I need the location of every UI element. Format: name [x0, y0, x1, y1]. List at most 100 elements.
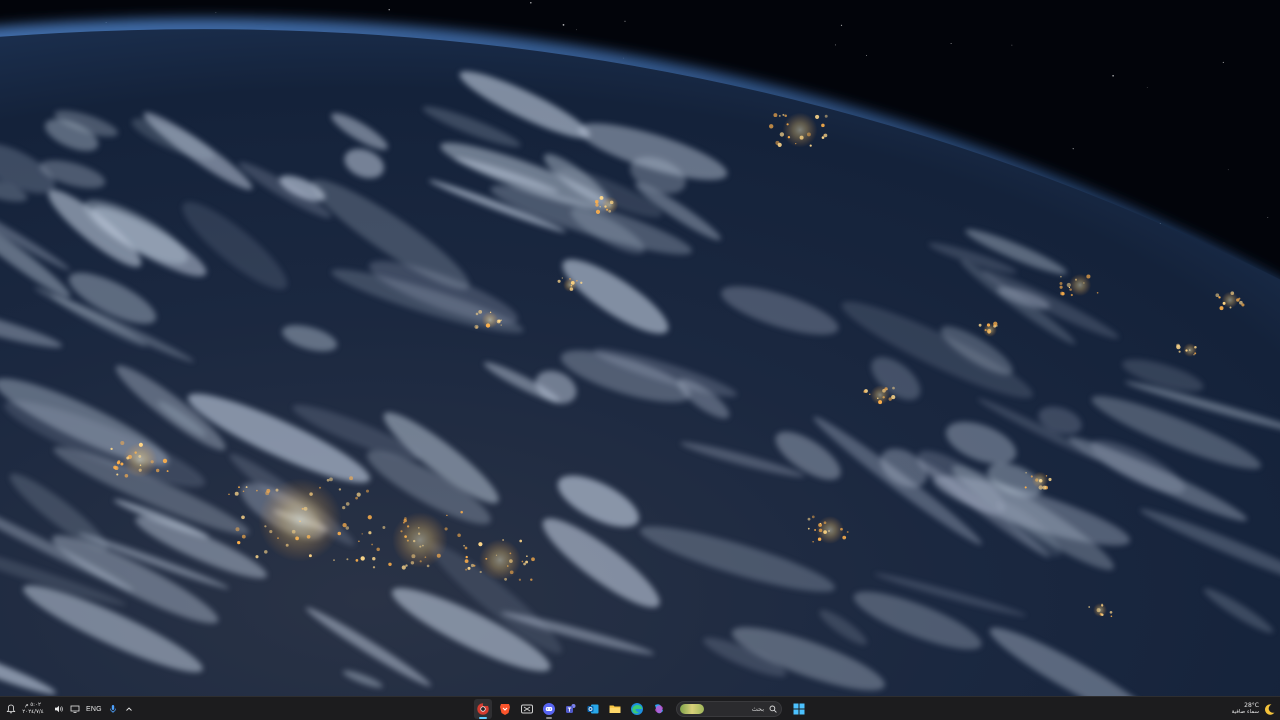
city-light — [599, 195, 604, 200]
city-light — [892, 386, 895, 390]
city-light — [256, 489, 258, 492]
earth-night-wallpaper — [0, 0, 1280, 696]
city-light — [823, 134, 825, 136]
search-box[interactable]: بحث — [676, 701, 782, 717]
language-label: ENG — [86, 705, 102, 713]
city-light — [821, 123, 825, 128]
city-light — [365, 489, 370, 493]
star — [624, 20, 626, 22]
city-light — [525, 560, 529, 564]
moon-icon — [1265, 703, 1275, 715]
city-light — [116, 461, 120, 465]
city-light — [782, 113, 785, 116]
city-glow — [1093, 603, 1107, 617]
city-light — [526, 555, 528, 557]
city-light — [478, 310, 483, 314]
city-light — [811, 515, 815, 519]
city-light — [815, 114, 820, 119]
city-light — [824, 114, 828, 118]
city-light — [814, 529, 817, 531]
city-light — [388, 562, 392, 567]
outlook-app-icon[interactable] — [584, 699, 602, 719]
city-light — [599, 206, 601, 208]
city-light — [120, 440, 125, 446]
city-light — [1060, 275, 1062, 278]
city-glow — [816, 516, 844, 544]
chevron-up-icon[interactable] — [122, 699, 136, 719]
city-light — [530, 578, 533, 581]
city-light — [478, 542, 483, 547]
city-glow — [601, 196, 619, 214]
taskbar-apps: بحث — [474, 697, 808, 720]
city-light — [1215, 293, 1220, 298]
city-light — [473, 564, 476, 567]
clock-time: ٥:٠٢ م — [25, 702, 41, 708]
star — [1222, 61, 1224, 63]
city-light — [1176, 343, 1180, 348]
discord-app-icon[interactable] — [540, 699, 558, 719]
city-light — [382, 526, 386, 529]
edge-app-icon[interactable] — [628, 699, 646, 719]
file-explorer-app-icon[interactable] — [606, 699, 624, 719]
city-light — [242, 490, 245, 493]
city-light — [595, 209, 601, 215]
language-indicator[interactable]: ENG — [84, 699, 104, 719]
city-light — [241, 515, 245, 520]
city-glow — [481, 311, 499, 329]
star — [1146, 86, 1148, 88]
city-light — [580, 281, 583, 284]
city-light — [1178, 350, 1181, 353]
city-light — [812, 541, 814, 543]
star — [215, 11, 217, 13]
city-light — [1025, 472, 1027, 474]
city-light — [1110, 615, 1113, 618]
city-light — [355, 559, 359, 562]
city-light — [401, 565, 406, 570]
teams-app-icon[interactable] — [562, 699, 580, 719]
city-glow — [1068, 273, 1092, 297]
brave-app-icon[interactable] — [496, 699, 514, 719]
city-light — [475, 312, 479, 316]
city-light — [345, 502, 350, 506]
chrome-app-icon[interactable] — [474, 699, 492, 719]
city-light — [241, 534, 246, 539]
search-placeholder: بحث — [751, 705, 764, 713]
city-light — [595, 201, 598, 204]
capcut-app-icon[interactable] — [518, 699, 536, 719]
city-light — [372, 566, 376, 569]
city-light — [844, 536, 847, 539]
city-light — [807, 517, 811, 521]
city-light — [465, 568, 468, 571]
city-light — [1088, 606, 1091, 608]
city-light — [368, 531, 372, 535]
city-light — [557, 279, 561, 283]
city-light — [166, 470, 169, 473]
clock-date: ٢٠٢٤/٧/٤ — [22, 709, 44, 715]
city-glow — [870, 385, 890, 405]
weather-condition: سماء صافية — [1231, 709, 1259, 715]
city-light — [245, 486, 248, 489]
weather-text: 28°C سماء صافية — [1232, 702, 1259, 716]
city-glow — [1183, 343, 1197, 357]
notification-bell-icon[interactable] — [4, 699, 18, 719]
star — [950, 43, 952, 44]
city-glow — [392, 512, 448, 568]
star — [835, 44, 837, 46]
city-light — [342, 505, 346, 510]
windows-start-icon[interactable] — [790, 699, 808, 719]
volume-icon[interactable] — [52, 699, 66, 719]
city-glow — [563, 278, 577, 292]
weather-widget[interactable]: 28°C سماء صافية — [1232, 697, 1276, 720]
city-light — [821, 136, 825, 139]
city-light — [807, 527, 810, 530]
city-light — [1059, 282, 1063, 285]
mic-icon[interactable] — [106, 699, 120, 719]
star — [562, 24, 565, 26]
display-icon[interactable] — [68, 699, 82, 719]
copilot-app-icon[interactable] — [650, 699, 668, 719]
city-light — [519, 539, 523, 543]
clock[interactable]: ٥:٠٢ م ٢٠٢٤/٧/٤ — [20, 702, 46, 716]
city-glow — [782, 112, 818, 148]
city-light — [1218, 296, 1221, 299]
city-light — [333, 559, 335, 561]
